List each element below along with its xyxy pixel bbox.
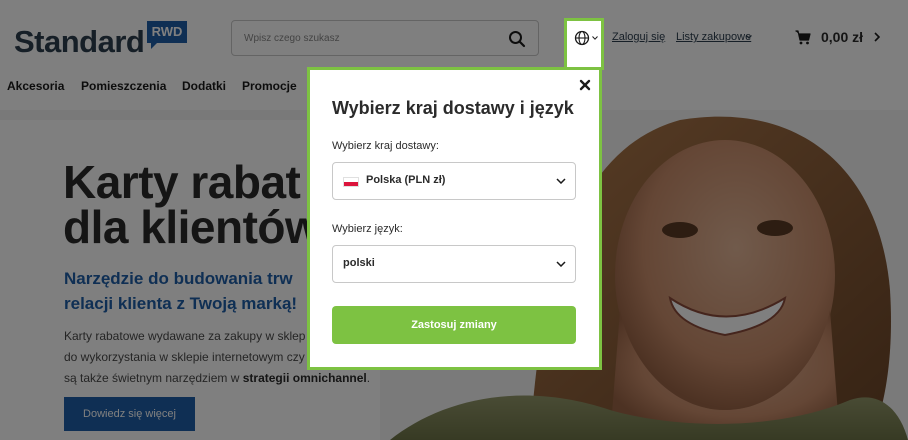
close-icon[interactable]	[578, 78, 592, 92]
chevron-down-icon	[556, 178, 566, 184]
flag-red-stripe	[344, 182, 358, 186]
chevron-down-icon	[556, 261, 566, 267]
chevron-down-icon	[592, 36, 598, 40]
country-select-value: Polska (PLN zł)	[366, 174, 446, 186]
apply-changes-button[interactable]: Zastosuj zmiany	[332, 306, 576, 344]
language-select-value: polski	[343, 257, 375, 269]
language-label: Wybierz język:	[332, 223, 403, 235]
country-language-button-active[interactable]	[564, 18, 604, 70]
globe-icon	[574, 30, 590, 46]
poland-flag-icon	[343, 177, 359, 187]
country-language-modal: Wybierz kraj dostawy i język Wybierz kra…	[307, 67, 602, 370]
country-label: Wybierz kraj dostawy:	[332, 140, 439, 152]
country-select[interactable]: Polska (PLN zł)	[332, 162, 576, 200]
modal-title: Wybierz kraj dostawy i język	[332, 98, 574, 118]
language-select[interactable]: polski	[332, 245, 576, 283]
